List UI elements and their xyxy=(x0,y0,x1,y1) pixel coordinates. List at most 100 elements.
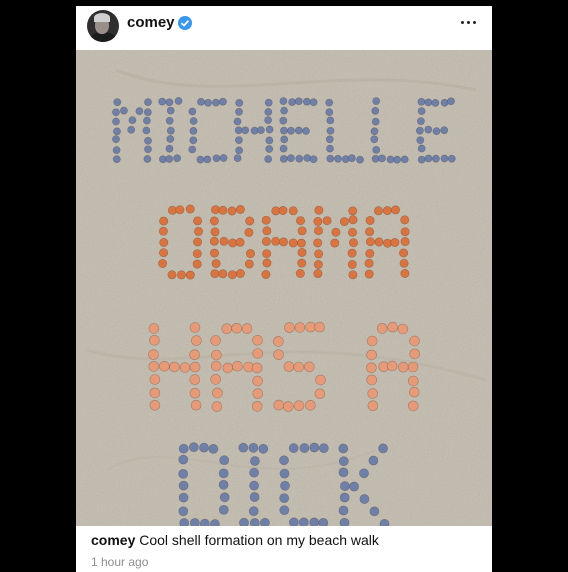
shell xyxy=(244,227,254,237)
shell xyxy=(235,107,243,116)
shell xyxy=(246,249,256,259)
shell xyxy=(409,335,420,347)
shell xyxy=(400,155,409,164)
shell xyxy=(313,260,323,270)
shell xyxy=(371,117,380,126)
shell xyxy=(280,135,289,144)
shell xyxy=(409,348,421,360)
shell xyxy=(149,374,161,385)
shell xyxy=(165,116,174,125)
shell xyxy=(219,236,229,246)
shell xyxy=(218,504,229,515)
shell xyxy=(365,216,375,226)
shell xyxy=(325,108,334,116)
shell xyxy=(166,106,175,115)
shell xyxy=(208,443,219,454)
shell xyxy=(400,269,410,279)
shell xyxy=(397,323,409,335)
shell xyxy=(348,270,358,280)
shell xyxy=(305,321,316,333)
shell xyxy=(408,386,420,398)
shell xyxy=(159,360,170,372)
shell xyxy=(313,217,323,227)
shell-message-photo xyxy=(76,50,492,526)
shell xyxy=(211,349,222,361)
shell xyxy=(367,400,379,412)
shell xyxy=(279,97,288,105)
shell xyxy=(218,205,228,215)
shell xyxy=(189,127,198,135)
shell xyxy=(296,216,306,226)
shell xyxy=(440,98,449,107)
shell xyxy=(302,97,311,106)
shell xyxy=(370,135,379,144)
shell xyxy=(235,146,243,155)
shell xyxy=(165,98,174,107)
shell xyxy=(212,154,221,163)
shell xyxy=(210,374,221,385)
shell xyxy=(295,154,304,163)
shell xyxy=(273,336,284,347)
shell xyxy=(219,492,230,503)
shell xyxy=(189,136,198,145)
shell xyxy=(400,227,410,237)
instagram-post: comey comey Cool shell formation on my b… xyxy=(76,6,492,572)
shell xyxy=(278,206,288,216)
caption-username[interactable]: comey xyxy=(91,532,135,548)
avatar[interactable] xyxy=(87,10,119,42)
shell xyxy=(288,443,299,453)
shell xyxy=(144,145,152,154)
shell xyxy=(378,443,388,454)
shell xyxy=(379,519,390,526)
shell xyxy=(294,322,306,333)
shell xyxy=(112,146,121,154)
shell xyxy=(148,349,159,360)
shell xyxy=(417,144,426,153)
shell xyxy=(251,401,263,412)
username[interactable]: comey xyxy=(127,14,175,31)
shell xyxy=(283,361,295,372)
shell xyxy=(265,145,274,153)
shell xyxy=(209,216,219,226)
shell xyxy=(407,375,419,387)
shell xyxy=(325,135,334,144)
shell xyxy=(339,492,350,503)
shell xyxy=(185,270,195,280)
shell xyxy=(279,468,290,479)
shell xyxy=(211,98,220,107)
shell xyxy=(258,443,269,454)
shell xyxy=(417,107,426,115)
shell xyxy=(169,361,180,373)
shell xyxy=(386,155,395,164)
shell xyxy=(417,97,426,106)
shell xyxy=(378,154,386,163)
shell xyxy=(249,518,260,526)
shell xyxy=(297,248,307,258)
shell xyxy=(304,361,315,373)
shell xyxy=(347,154,356,162)
shell xyxy=(231,322,242,334)
shell xyxy=(143,116,151,125)
shell xyxy=(241,323,253,334)
shell xyxy=(261,215,271,225)
shell xyxy=(279,116,288,125)
shell xyxy=(347,248,357,258)
shell xyxy=(165,155,174,163)
shell xyxy=(318,518,329,526)
shell xyxy=(193,237,203,247)
shell xyxy=(279,493,290,503)
shell xyxy=(334,154,342,163)
more-options-icon[interactable] xyxy=(458,12,480,32)
shell xyxy=(158,97,167,106)
shell xyxy=(235,269,245,279)
shell xyxy=(298,517,309,526)
shell xyxy=(279,155,288,163)
shell xyxy=(338,443,349,454)
shell xyxy=(372,146,381,154)
shell xyxy=(400,215,410,225)
shell xyxy=(178,480,189,491)
post-timestamp: 1 hour ago xyxy=(91,555,149,569)
shell xyxy=(128,116,137,124)
shell xyxy=(279,144,288,153)
shell xyxy=(159,248,169,258)
